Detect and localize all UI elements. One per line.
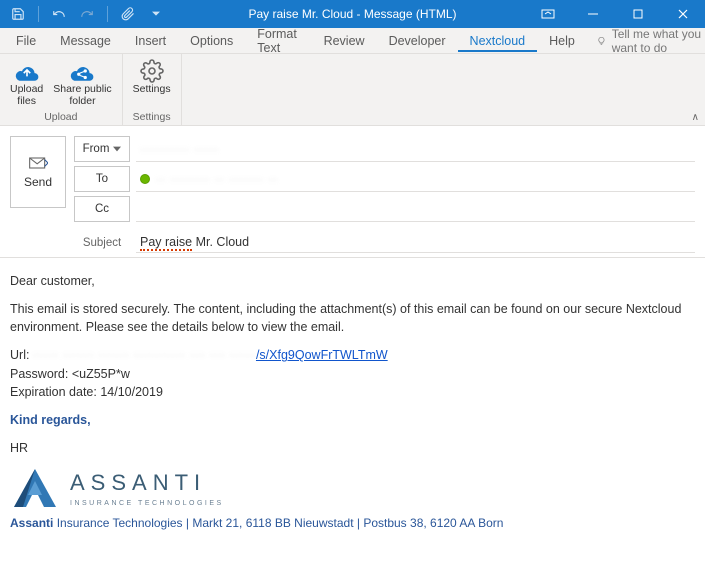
signature-line: Assanti Insurance Technologies | Markt 2… xyxy=(10,515,695,532)
to-field[interactable]: ·· ········ ·· ······· ·· xyxy=(136,166,695,192)
attachment-icon[interactable] xyxy=(116,2,140,26)
share-link[interactable]: /s/Xfg9QowFrTWLTmW xyxy=(256,348,388,362)
subject-label: Subject xyxy=(74,237,130,249)
expiry-line: Expiration date: 14/10/2019 xyxy=(10,383,695,401)
menu-message[interactable]: Message xyxy=(48,30,123,52)
signature-logo: ASSANTI INSURANCE TECHNOLOGIES xyxy=(10,467,695,509)
from-field[interactable]: ·········· ····· xyxy=(136,136,695,162)
maximize-icon[interactable] xyxy=(615,0,660,28)
menu-review[interactable]: Review xyxy=(312,30,377,52)
logo-mark-icon xyxy=(10,467,60,509)
qat-dropdown-icon[interactable] xyxy=(144,2,168,26)
gear-icon xyxy=(139,60,165,82)
cloud-upload-icon xyxy=(14,60,40,82)
regards: Kind regards, xyxy=(10,411,695,429)
tell-me-placeholder: Tell me what you want to do xyxy=(612,27,705,55)
ribbon-group-upload: Upload files Share public folder Upload xyxy=(0,54,123,125)
collapse-ribbon-icon[interactable]: ∧ xyxy=(692,112,699,123)
subject-rest: Mr. Cloud xyxy=(192,235,249,249)
quick-access-toolbar xyxy=(0,2,168,26)
send-icon xyxy=(28,155,48,171)
sender-name: HR xyxy=(10,439,695,457)
presence-icon xyxy=(140,174,150,184)
ribbon-group-settings-label: Settings xyxy=(133,111,171,125)
menu-nextcloud[interactable]: Nextcloud xyxy=(458,30,538,52)
upload-files-button[interactable]: Upload files xyxy=(6,58,47,109)
menu-insert[interactable]: Insert xyxy=(123,30,178,52)
lightbulb-icon xyxy=(597,34,606,48)
menu-options[interactable]: Options xyxy=(178,30,245,52)
redo-icon[interactable] xyxy=(75,2,99,26)
tell-me-search[interactable]: Tell me what you want to do xyxy=(597,27,705,55)
title-bar: Pay raise Mr. Cloud - Message (HTML) xyxy=(0,0,705,28)
url-blurred: ····· ······ ······ ·········· ··· ··· ·… xyxy=(33,348,256,362)
close-icon[interactable] xyxy=(660,0,705,28)
share-folder-label: Share public folder xyxy=(53,83,111,107)
undo-icon[interactable] xyxy=(47,2,71,26)
subject-field[interactable]: Pay raise Mr. Cloud xyxy=(136,232,695,253)
share-public-folder-button[interactable]: Share public folder xyxy=(49,58,115,109)
greeting: Dear customer, xyxy=(10,272,695,290)
minimize-icon[interactable] xyxy=(570,0,615,28)
menu-bar: File Message Insert Options Format Text … xyxy=(0,28,705,54)
subject-spellcheck: Pay raise xyxy=(140,235,192,251)
to-button[interactable]: To xyxy=(74,166,130,192)
logo-wordmark: ASSANTI xyxy=(70,467,224,499)
window-title: Pay raise Mr. Cloud - Message (HTML) xyxy=(248,7,456,21)
settings-button[interactable]: Settings xyxy=(129,58,175,97)
menu-file[interactable]: File xyxy=(4,30,48,52)
cc-button[interactable]: Cc xyxy=(74,196,130,222)
password-line: Password: <uZ55P*w xyxy=(10,365,695,383)
save-icon[interactable] xyxy=(6,2,30,26)
ribbon: Upload files Share public folder Upload … xyxy=(0,54,705,126)
cloud-share-icon xyxy=(69,60,95,82)
settings-label: Settings xyxy=(133,83,171,95)
logo-tagline: INSURANCE TECHNOLOGIES xyxy=(70,499,224,509)
ribbon-display-icon[interactable] xyxy=(525,0,570,28)
menu-help[interactable]: Help xyxy=(537,30,587,52)
send-label: Send xyxy=(24,175,52,189)
cc-field[interactable] xyxy=(136,196,695,222)
upload-files-label: Upload files xyxy=(10,83,43,107)
to-value: ·· ········ ·· ······· ·· xyxy=(156,172,278,186)
from-value: ·········· ····· xyxy=(140,142,219,156)
ribbon-group-upload-label: Upload xyxy=(44,111,77,125)
message-body[interactable]: Dear customer, This email is stored secu… xyxy=(0,258,705,542)
compose-header: Send From ·········· ····· To ·· ·······… xyxy=(0,126,705,258)
intro-text: This email is stored securely. The conte… xyxy=(10,300,695,336)
url-line: Url: ····· ······ ······ ·········· ··· … xyxy=(10,346,695,364)
from-button[interactable]: From xyxy=(74,136,130,162)
ribbon-group-settings: Settings Settings xyxy=(123,54,182,125)
send-button[interactable]: Send xyxy=(10,136,66,208)
menu-developer[interactable]: Developer xyxy=(377,30,458,52)
